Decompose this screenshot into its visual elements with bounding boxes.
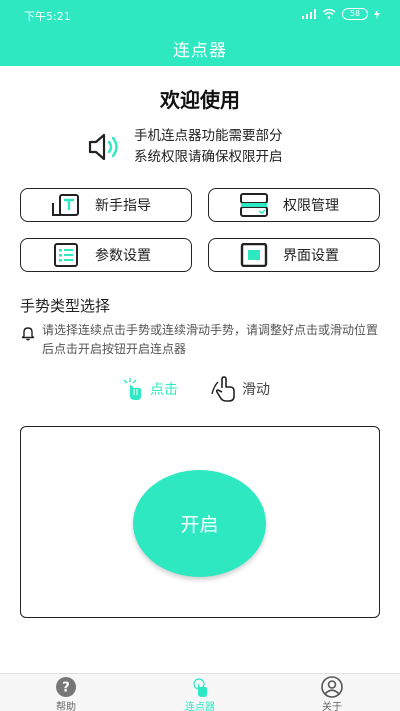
bell-icon [21,327,35,341]
gesture-hint: 请选择连续点击手势或连续滑动手势，请调整好点击或滑动位置后点击开启按钮开启连点器 [20,321,380,359]
interface-button-label: 界面设置 [283,248,339,264]
swipe-hand-icon [211,376,235,402]
swipe-mode-option[interactable]: 滑动 [210,376,270,402]
tab-help-label: 帮助 [56,702,76,711]
status-time: 下午5:21 [24,10,71,23]
screen-icon [239,242,269,268]
permission-button-label: 权限管理 [283,198,339,214]
status-icons: 58 [302,8,380,20]
guide-button[interactable]: 新手指导 [20,188,192,222]
start-button[interactable]: 开启 [133,470,266,577]
tap-hand-icon [123,378,141,400]
help-icon: ? [56,677,76,697]
guide-button-label: 新手指导 [95,198,151,214]
guide-icon [51,192,81,218]
tab-clicker-label: 连点器 [185,702,215,711]
tab-about[interactable]: 关于 [292,676,372,711]
speaker-icon [88,133,118,161]
interface-button[interactable]: 界面设置 [208,238,380,272]
notice-text: 手机连点器功能需要部分 系统权限请确保权限开启 [134,126,283,168]
swipe-mode-label: 滑动 [242,382,270,398]
tab-clicker[interactable]: 连点器 [160,676,240,711]
gesture-hint-text: 请选择连续点击手势或连续滑动手势，请调整好点击或滑动位置后点击开启按钮开启连点器 [42,323,379,356]
charging-icon [374,9,380,19]
battery-icon: 58 [342,8,368,20]
page-title: 连点器 [173,41,227,61]
clicker-icon [193,678,207,697]
notice-line-2: 系统权限请确保权限开启 [134,149,283,165]
gesture-section-title: 手势类型选择 [20,297,111,315]
settings-button-label: 参数设置 [95,248,151,264]
tap-mode-label: 点击 [150,382,178,398]
user-icon [321,676,343,698]
bottom-tab-bar: ? 帮助 连点器 关于 [0,673,400,711]
permission-icon [239,192,269,218]
tab-about-label: 关于 [322,702,342,711]
notice-line-1: 手机连点器功能需要部分 [134,128,283,144]
permission-notice: 手机连点器功能需要部分 系统权限请确保权限开启 [86,126,283,168]
tab-help[interactable]: ? 帮助 [26,676,106,711]
wifi-icon [322,9,336,19]
svg-text:?: ? [62,681,70,696]
signal-icon [302,9,316,19]
tap-mode-option[interactable]: 点击 [120,376,178,402]
status-bar: 下午5:21 58 [0,0,400,28]
permission-button[interactable]: 权限管理 [208,188,380,222]
settings-button[interactable]: 参数设置 [20,238,192,272]
welcome-heading: 欢迎使用 [160,88,240,112]
list-icon [51,242,81,268]
